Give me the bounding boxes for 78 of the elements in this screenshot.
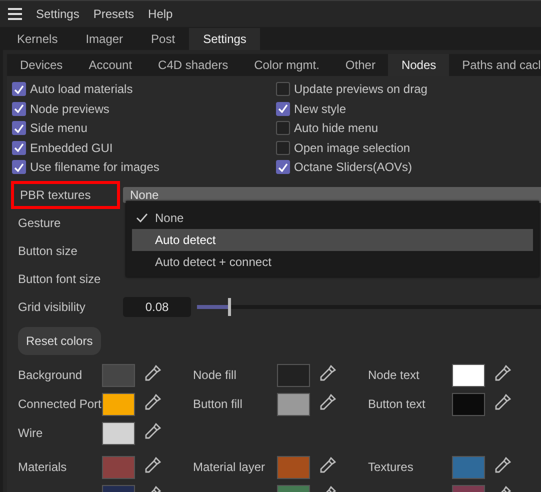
menu-item[interactable]: Settings — [36, 7, 80, 21]
checkbox[interactable] — [12, 160, 26, 174]
menu-item[interactable]: Presets — [93, 7, 134, 21]
dropdown[interactable]: None — [123, 186, 541, 202]
color-swatch[interactable] — [452, 392, 485, 416]
color-swatch[interactable] — [277, 456, 310, 478]
checkbox-label: New style — [294, 102, 346, 116]
tab[interactable]: Kernels — [3, 28, 72, 50]
color-swatch[interactable] — [102, 364, 135, 386]
checkbox-label: Node previews — [30, 102, 110, 116]
setting-label: Grid visibility — [17, 300, 86, 314]
menu-option[interactable]: Auto detect + connect — [132, 251, 533, 273]
setting-label: PBR textures — [14, 184, 117, 206]
checkbox-label: Embedded GUI — [30, 140, 113, 155]
setting-label: Button font size — [17, 272, 102, 286]
eyedropper-icon[interactable] — [319, 364, 337, 382]
color-label: Button text — [367, 397, 426, 411]
menu-option[interactable]: Auto detect — [132, 229, 533, 251]
checkbox-label: Use filename for images — [30, 160, 160, 174]
eyedropper-icon[interactable] — [144, 393, 162, 411]
color-swatch[interactable] — [277, 364, 310, 386]
eyedropper-icon[interactable] — [494, 364, 512, 382]
checkbox-label: Side menu — [30, 121, 88, 136]
color-swatch[interactable] — [277, 392, 310, 416]
checkbox[interactable] — [12, 102, 26, 116]
color-label: Textures — [367, 460, 414, 474]
menu-icon[interactable] — [8, 8, 22, 20]
eyedropper-icon[interactable] — [319, 393, 337, 411]
color-label: Node fill — [192, 368, 238, 382]
tab[interactable]: Post — [137, 28, 190, 50]
eyedropper-icon[interactable] — [494, 393, 512, 411]
tab[interactable]: Settings — [189, 28, 260, 50]
menu-option[interactable]: None — [132, 207, 533, 229]
eyedropper-icon[interactable] — [319, 456, 337, 474]
color-swatch[interactable] — [452, 456, 485, 478]
color-label: Connected Port — [17, 397, 102, 411]
color-label: Background — [17, 368, 84, 382]
checkbox-label: Auto hide menu — [294, 121, 378, 136]
color-swatch[interactable] — [452, 364, 485, 386]
eyedropper-icon[interactable] — [144, 456, 162, 474]
tab[interactable]: Account — [76, 54, 146, 76]
color-label: Material layer — [192, 460, 266, 474]
checkbox[interactable] — [276, 160, 290, 174]
color-label: Button fill — [192, 397, 244, 411]
tab[interactable]: Paths and cacl — [449, 54, 541, 76]
color-swatch[interactable] — [102, 422, 135, 444]
setting-label: Gesture — [17, 216, 62, 230]
tab[interactable]: C4D shaders — [145, 54, 242, 76]
checkbox[interactable] — [276, 102, 290, 116]
checkbox[interactable] — [12, 121, 26, 136]
checkbox-label: Octane Sliders(AOVs) — [294, 160, 412, 174]
tab[interactable]: Other — [332, 54, 388, 76]
checkbox[interactable] — [12, 140, 26, 155]
checkbox[interactable] — [12, 82, 26, 96]
checkbox-label: Open image selection — [294, 140, 410, 155]
check-icon — [136, 213, 148, 223]
tab[interactable]: Devices — [7, 54, 76, 76]
checkbox[interactable] — [276, 140, 290, 155]
color-label: Node text — [367, 368, 420, 382]
checkbox[interactable] — [276, 121, 290, 136]
reset-colors-button[interactable]: Reset colors — [18, 326, 101, 354]
checkbox-label: Update previews on drag — [294, 82, 428, 96]
color-label: Wire — [17, 426, 44, 440]
checkbox[interactable] — [276, 82, 290, 96]
slider[interactable] — [197, 296, 541, 316]
tab[interactable]: Color mgmt. — [241, 54, 332, 76]
tab[interactable]: Imager — [72, 28, 138, 50]
tab[interactable]: Nodes — [388, 54, 450, 76]
number-field[interactable]: 0.08 — [123, 296, 191, 316]
color-swatch[interactable] — [102, 392, 135, 416]
eyedropper-icon[interactable] — [144, 422, 162, 440]
color-swatch[interactable] — [102, 456, 135, 478]
checkbox-label: Auto load materials — [30, 82, 133, 96]
eyedropper-icon[interactable] — [144, 364, 162, 382]
menu-item[interactable]: Help — [148, 7, 173, 21]
setting-label: Button size — [17, 244, 78, 258]
color-label: Materials — [17, 460, 68, 474]
eyedropper-icon[interactable] — [494, 456, 512, 474]
